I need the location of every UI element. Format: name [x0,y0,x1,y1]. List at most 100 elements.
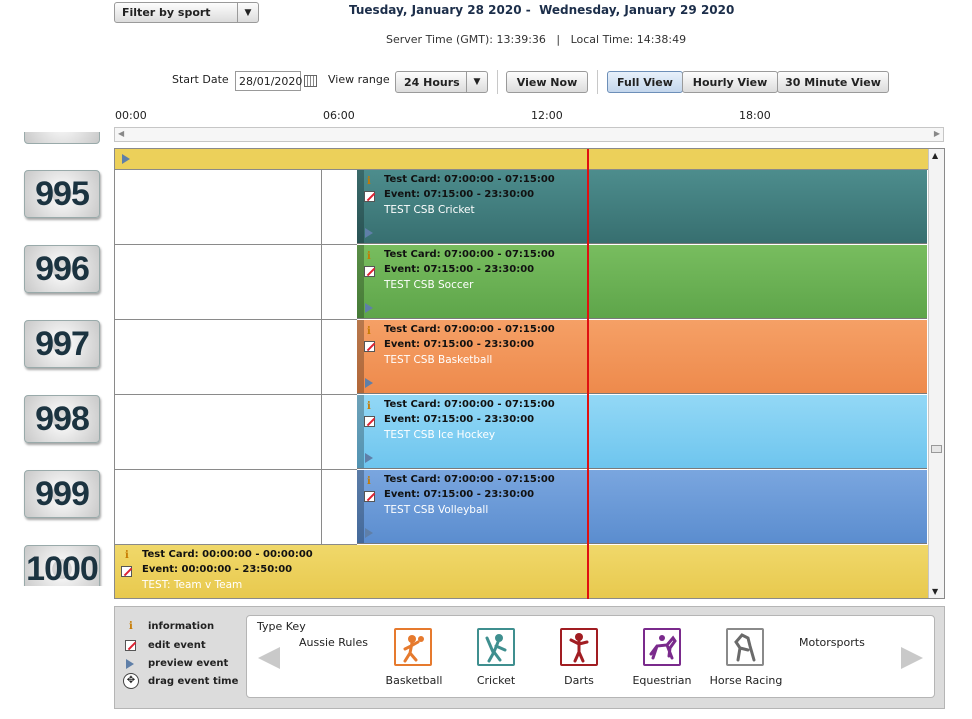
preview-icon[interactable] [365,453,373,463]
preview-icon[interactable] [365,378,373,388]
event-time: Event: 07:15:00 - 23:30:00 [384,264,535,275]
event-title: TEST CSB Basketball [384,354,493,366]
edit-icon[interactable] [121,566,132,577]
event-strip [357,470,364,543]
start-date-label: Start Date [172,73,229,86]
calendar-icon[interactable] [304,75,317,87]
horse-racing-icon[interactable] [726,628,764,666]
type-key-next-arrow[interactable] [901,647,923,669]
thirty-minute-view-button[interactable]: 30 Minute View [777,71,889,93]
timeline-label-1200: 12:00 [531,109,563,122]
basketball-icon[interactable] [394,628,432,666]
preview-icon [126,659,134,669]
event-strip [357,170,364,243]
full-view-label: Full View [617,75,673,89]
preview-icon[interactable] [365,228,373,238]
hour-divider [321,170,322,545]
toolbar-divider [497,70,498,94]
event-title: TEST: Team v Team [142,579,243,591]
event-block-996[interactable]: i Test Card: 07:00:00 - 07:15:00 Event: … [357,245,927,319]
type-key-label-darts: Darts [564,674,594,687]
type-key-label-equestrian: Equestrian [632,674,692,687]
scroll-up-icon[interactable]: ▲ [932,151,938,160]
channel-badge-999: 999 [24,470,100,518]
scroll-right-icon[interactable]: ▶ [934,129,940,138]
edit-icon[interactable] [364,341,375,352]
edit-icon [125,640,136,651]
event-time: Event: 07:15:00 - 23:30:00 [384,189,535,200]
drag-icon: ✥ [123,673,139,689]
darts-icon[interactable] [560,628,598,666]
type-key-aussie-rules[interactable]: Aussie Rules [299,636,368,649]
test-card-time: Test Card: 07:00:00 - 07:15:00 [384,399,555,410]
event-strip [357,320,364,393]
event-block-995[interactable]: i Test Card: 07:00:00 - 07:15:00 Event: … [357,170,927,244]
thirty-minute-view-label: 30 Minute View [785,75,881,89]
view-range-label: View range [328,73,390,86]
edit-icon[interactable] [364,266,375,277]
edit-icon[interactable] [364,416,375,427]
channel-badge-1000: 1000 [24,545,100,586]
test-card-time: Test Card: 00:00:00 - 00:00:00 [142,549,313,560]
information-icon[interactable]: i [125,550,131,561]
chevron-down-icon: ▼ [237,3,258,22]
timeline-label-1800: 18:00 [739,109,771,122]
event-title: TEST CSB Soccer [384,279,474,291]
vertical-scrollbar[interactable]: ▲ ▼ [928,149,944,598]
event-time: Event: 07:15:00 - 23:30:00 [384,414,535,425]
information-icon[interactable]: i [367,251,373,262]
event-time: Event: 07:15:00 - 23:30:00 [384,489,535,500]
full-view-button[interactable]: Full View [607,71,683,93]
type-key-motorsports[interactable]: Motorsports [799,636,865,649]
information-icon[interactable]: i [367,476,373,487]
chevron-down-icon: ▼ [466,72,487,92]
event-block-1000[interactable]: i Test Card: 00:00:00 - 00:00:00 Event: … [115,545,928,598]
view-now-button[interactable]: View Now [506,71,588,93]
event-strip [357,395,364,468]
edit-icon[interactable] [364,191,375,202]
scroll-thumb[interactable] [931,445,942,453]
information-icon[interactable]: i [367,401,373,412]
type-key-label-horse-racing: Horse Racing [709,674,783,687]
scroll-left-icon[interactable]: ◀ [118,129,124,138]
legend-information: information [148,621,215,632]
edit-icon[interactable] [364,491,375,502]
event-strip [357,245,364,318]
server-local-time: Server Time (GMT): 13:39:36 | Local Time… [386,33,687,46]
legend-preview-event: preview event [148,658,229,669]
event-time: Event: 00:00:00 - 23:50:00 [142,564,293,575]
channel-badge-997: 997 [24,320,100,368]
legend-edit-event: edit event [148,640,206,651]
date-range-title: Tuesday, January 28 2020 - Wednesday, Ja… [349,3,735,17]
information-icon: i [129,621,133,632]
cricket-icon[interactable] [477,628,515,666]
hourly-view-label: Hourly View [692,75,768,89]
scroll-down-icon[interactable]: ▼ [932,587,938,596]
test-card-time: Test Card: 07:00:00 - 07:15:00 [384,324,555,335]
horizontal-scrollbar[interactable]: ◀ ▶ [114,127,944,142]
view-range-dropdown[interactable]: 24 Hours ▼ [395,71,488,93]
timeline-label-0600: 06:00 [323,109,355,122]
event-block-998[interactable]: i Test Card: 07:00:00 - 07:15:00 Event: … [357,395,927,469]
information-icon[interactable]: i [367,326,373,337]
type-key-label-cricket: Cricket [476,674,516,687]
channel-badge-995: 995 [24,170,100,218]
view-range-value: 24 Hours [404,75,460,89]
information-icon[interactable]: i [367,176,373,187]
start-date-input[interactable]: 28/01/2020 [235,71,302,91]
top-event-row[interactable] [115,149,928,170]
event-block-999[interactable]: i Test Card: 07:00:00 - 07:15:00 Event: … [357,470,927,544]
hourly-view-button[interactable]: Hourly View [682,71,778,93]
view-now-label: View Now [516,75,578,89]
preview-icon[interactable] [365,303,373,313]
type-key-prev-arrow[interactable] [258,647,280,669]
equestrian-icon[interactable] [643,628,681,666]
timeline-label-0000: 00:00 [115,109,147,122]
preview-icon[interactable] [122,154,130,164]
event-title: TEST CSB Cricket [384,204,475,216]
preview-icon[interactable] [365,528,373,538]
event-block-997[interactable]: i Test Card: 07:00:00 - 07:15:00 Event: … [357,320,927,394]
filter-by-sport-label: Filter by sport [122,6,211,19]
filter-by-sport-dropdown[interactable]: Filter by sport ▼ [114,2,259,23]
event-title: TEST CSB Volleyball [384,504,489,516]
